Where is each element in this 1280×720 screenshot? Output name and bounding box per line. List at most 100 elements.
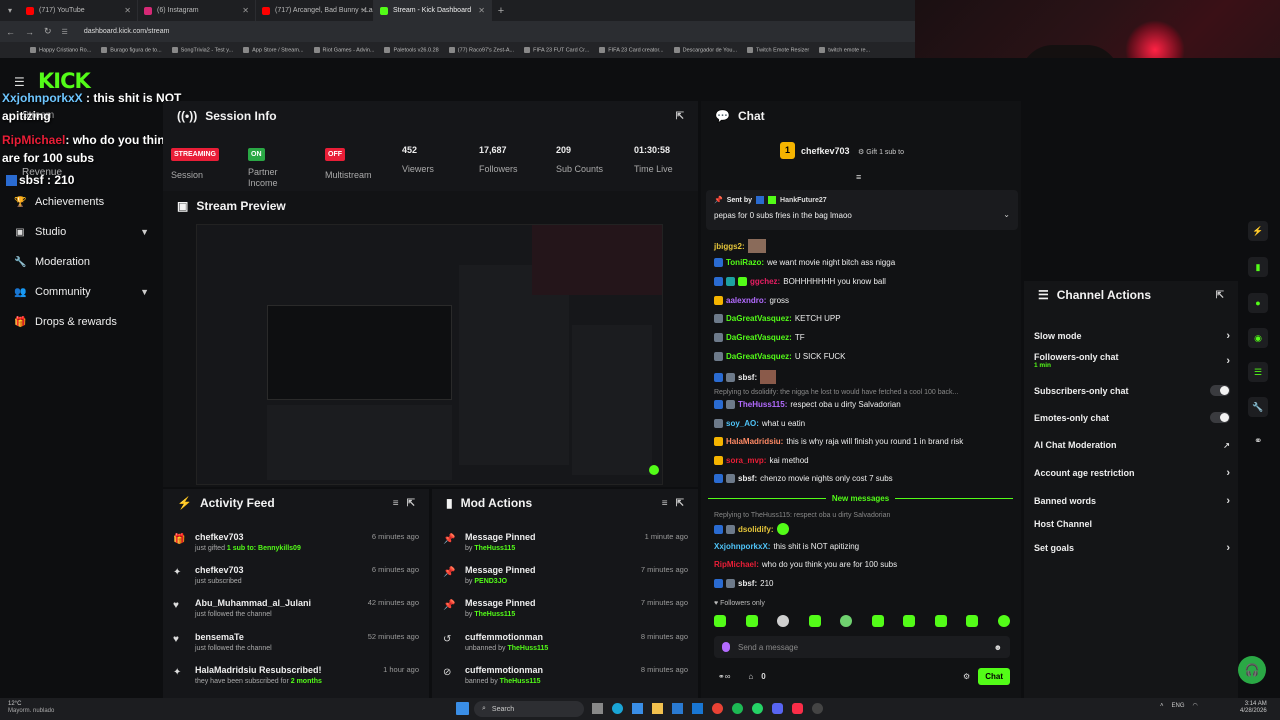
language-indicator[interactable]: ENG [1172,703,1185,709]
activity-user[interactable]: bensemaTe [195,632,272,642]
emote-icon[interactable] [903,615,916,627]
task-view-icon[interactable] [592,703,603,714]
chat-username[interactable]: sbsf: [738,579,757,588]
bookmark[interactable]: FIFA 23 FUT Card Cr... [524,47,589,53]
popout-icon[interactable]: ⇱ [407,498,415,509]
chat-username[interactable]: sbsf: [738,373,757,382]
activity-user[interactable]: chefkev703 [195,532,301,542]
activity-user[interactable]: HalaMadridsiu Resubscribed! [195,665,322,675]
rail-wrench-button[interactable]: 🔧 [1248,397,1268,417]
activity-user[interactable]: chefkev703 [195,565,244,575]
browser-tab-music[interactable]: (717) Arcangel, Bad Bunny - La ✕ [256,0,374,21]
menu-icon[interactable]: ☰ [14,75,25,89]
bookmark[interactable]: Burago figura de to... [101,47,161,53]
points-icon[interactable]: ⚭∞ [718,672,730,681]
chat-username[interactable]: sora_mvp: [726,456,766,465]
emote-icon[interactable] [871,615,884,627]
start-button[interactable] [456,702,469,715]
sidebar-item-achievements[interactable]: 🏆 Achievements [14,196,149,208]
clock[interactable]: 3:14 AM 4/28/2026 [1240,701,1267,715]
emotes-only-toggle[interactable] [1210,412,1230,423]
chat-username[interactable]: jbiggs2: [714,242,745,251]
gear-icon[interactable]: ⚙ [963,672,970,681]
browser-tab-instagram[interactable]: (6) Instagram ✕ [138,0,256,21]
chat-username[interactable]: aalexndro: [726,296,766,305]
chat-username[interactable]: sbsf: [738,474,757,483]
gift-sub-button[interactable]: ⚙ Gift 1 sub to [858,148,904,156]
kick-logo[interactable]: KICK [38,69,91,93]
emote-icon[interactable] [997,615,1010,627]
rail-people-icon[interactable]: ⚭ [1254,436,1262,447]
whatsapp-icon[interactable] [752,703,763,714]
followers-only-row[interactable]: Followers-only chat 1 min › [1034,352,1230,369]
chat-username[interactable]: XxjohnporkxX: [714,542,770,551]
account-age-row[interactable]: Account age restriction › [1034,467,1230,479]
bookmark[interactable]: (77) Raco97's Zest-A... [449,47,514,53]
browser-tab-youtube[interactable]: (717) YouTube ✕ [20,0,138,21]
bookmark[interactable]: Paletools v26.0.28 [384,47,438,53]
activity-user[interactable]: Abu_Muhammad_al_Julani [195,598,311,608]
help-button[interactable]: 🎧 [1238,656,1266,684]
taskbar-search[interactable]: ⌕ Search [474,701,584,717]
gifter-name[interactable]: chefkev703 [801,146,850,156]
url-field[interactable]: dashboard.kick.com/stream [84,28,170,35]
emote-icon[interactable] [714,615,726,627]
mod-action-user[interactable]: TheHuss115 [500,678,541,685]
bookmark[interactable]: FIFA 23 Card creator... [599,47,663,53]
popout-icon[interactable]: ⇱ [676,498,684,509]
close-icon[interactable]: ✕ [124,6,131,15]
collapse-icon[interactable]: ≡ [856,172,861,182]
new-tab-button[interactable]: + [492,5,510,17]
chat-username[interactable]: TheHuss115: [738,400,787,409]
forward-icon[interactable]: → [25,27,34,37]
reply-context[interactable]: Replying to TheHuss115: respect oba u di… [714,512,890,519]
mod-action-title[interactable]: cuffemmotionman [465,632,548,642]
mod-action-user[interactable]: PEND3JO [474,578,507,585]
edge-icon[interactable] [612,703,623,714]
discord-icon[interactable] [772,703,783,714]
close-icon[interactable]: ✕ [242,6,249,15]
chat-username[interactable]: HalaMadridsiu: [726,437,783,446]
filter-icon[interactable]: ≡ [393,498,399,509]
chat-username[interactable]: ToniRazo: [726,258,764,267]
bookmark[interactable]: Riot Games - Advin... [314,47,375,53]
close-icon[interactable]: ✕ [478,6,485,15]
chevron-up-icon[interactable]: ˄ [1160,703,1164,709]
reply-context[interactable]: Replying to dsolidify: the nigga he lost… [714,389,958,396]
window-menu-icon[interactable]: ▾ [0,6,20,15]
spotify-icon[interactable] [732,703,743,714]
slow-mode-row[interactable]: Slow mode › [1034,330,1230,342]
mod-action-user[interactable]: TheHuss115 [474,545,515,552]
rail-shield-button[interactable]: ▮ [1248,257,1268,277]
mail-icon[interactable] [692,703,703,714]
rail-chat-button[interactable]: ● [1248,293,1268,313]
music-icon[interactable] [792,703,803,714]
emote-icon[interactable] [934,615,947,627]
send-chat-button[interactable]: Chat [978,668,1010,685]
chat-username[interactable]: DaGreatVasquez: [726,352,792,361]
mod-action-title[interactable]: cuffemmotionman [465,665,543,675]
sidebar-item-community[interactable]: 👥 Community ▼ [14,286,149,298]
set-goals-row[interactable]: Set goals › [1034,542,1230,554]
sidebar-item-studio[interactable]: ▣ Studio ▼ [14,226,149,238]
sidebar-item-moderation[interactable]: 🔧 Moderation [14,256,149,268]
banned-words-row[interactable]: Banned words › [1034,495,1230,507]
site-info-icon[interactable]: ☰ [62,28,68,36]
close-icon[interactable]: ✕ [360,6,367,15]
rail-signal-button[interactable]: ◉ [1248,328,1268,348]
emoji-icon[interactable]: ☻ [994,643,1002,652]
emote-icon[interactable] [808,615,821,627]
bookmark[interactable]: Descargador de You... [674,47,737,53]
chat-username[interactable]: DaGreatVasquez: [726,333,792,342]
subscribers-only-toggle[interactable] [1210,385,1230,396]
chrome-icon[interactable] [712,703,723,714]
pinned-user[interactable]: HankFuture27 [780,197,827,204]
chevron-down-icon[interactable]: ⌄ [1003,210,1010,219]
mod-action-user[interactable]: TheHuss115 [507,645,548,652]
bookmark[interactable]: Twitch Emote Resizer [747,47,809,53]
host-channel-row[interactable]: Host Channel [1034,519,1230,529]
chat-username[interactable]: ggchez: [750,277,780,286]
reload-icon[interactable]: ↻ [44,26,52,37]
emote-icon[interactable] [777,615,790,627]
rail-list-button[interactable]: ☰ [1248,362,1268,382]
